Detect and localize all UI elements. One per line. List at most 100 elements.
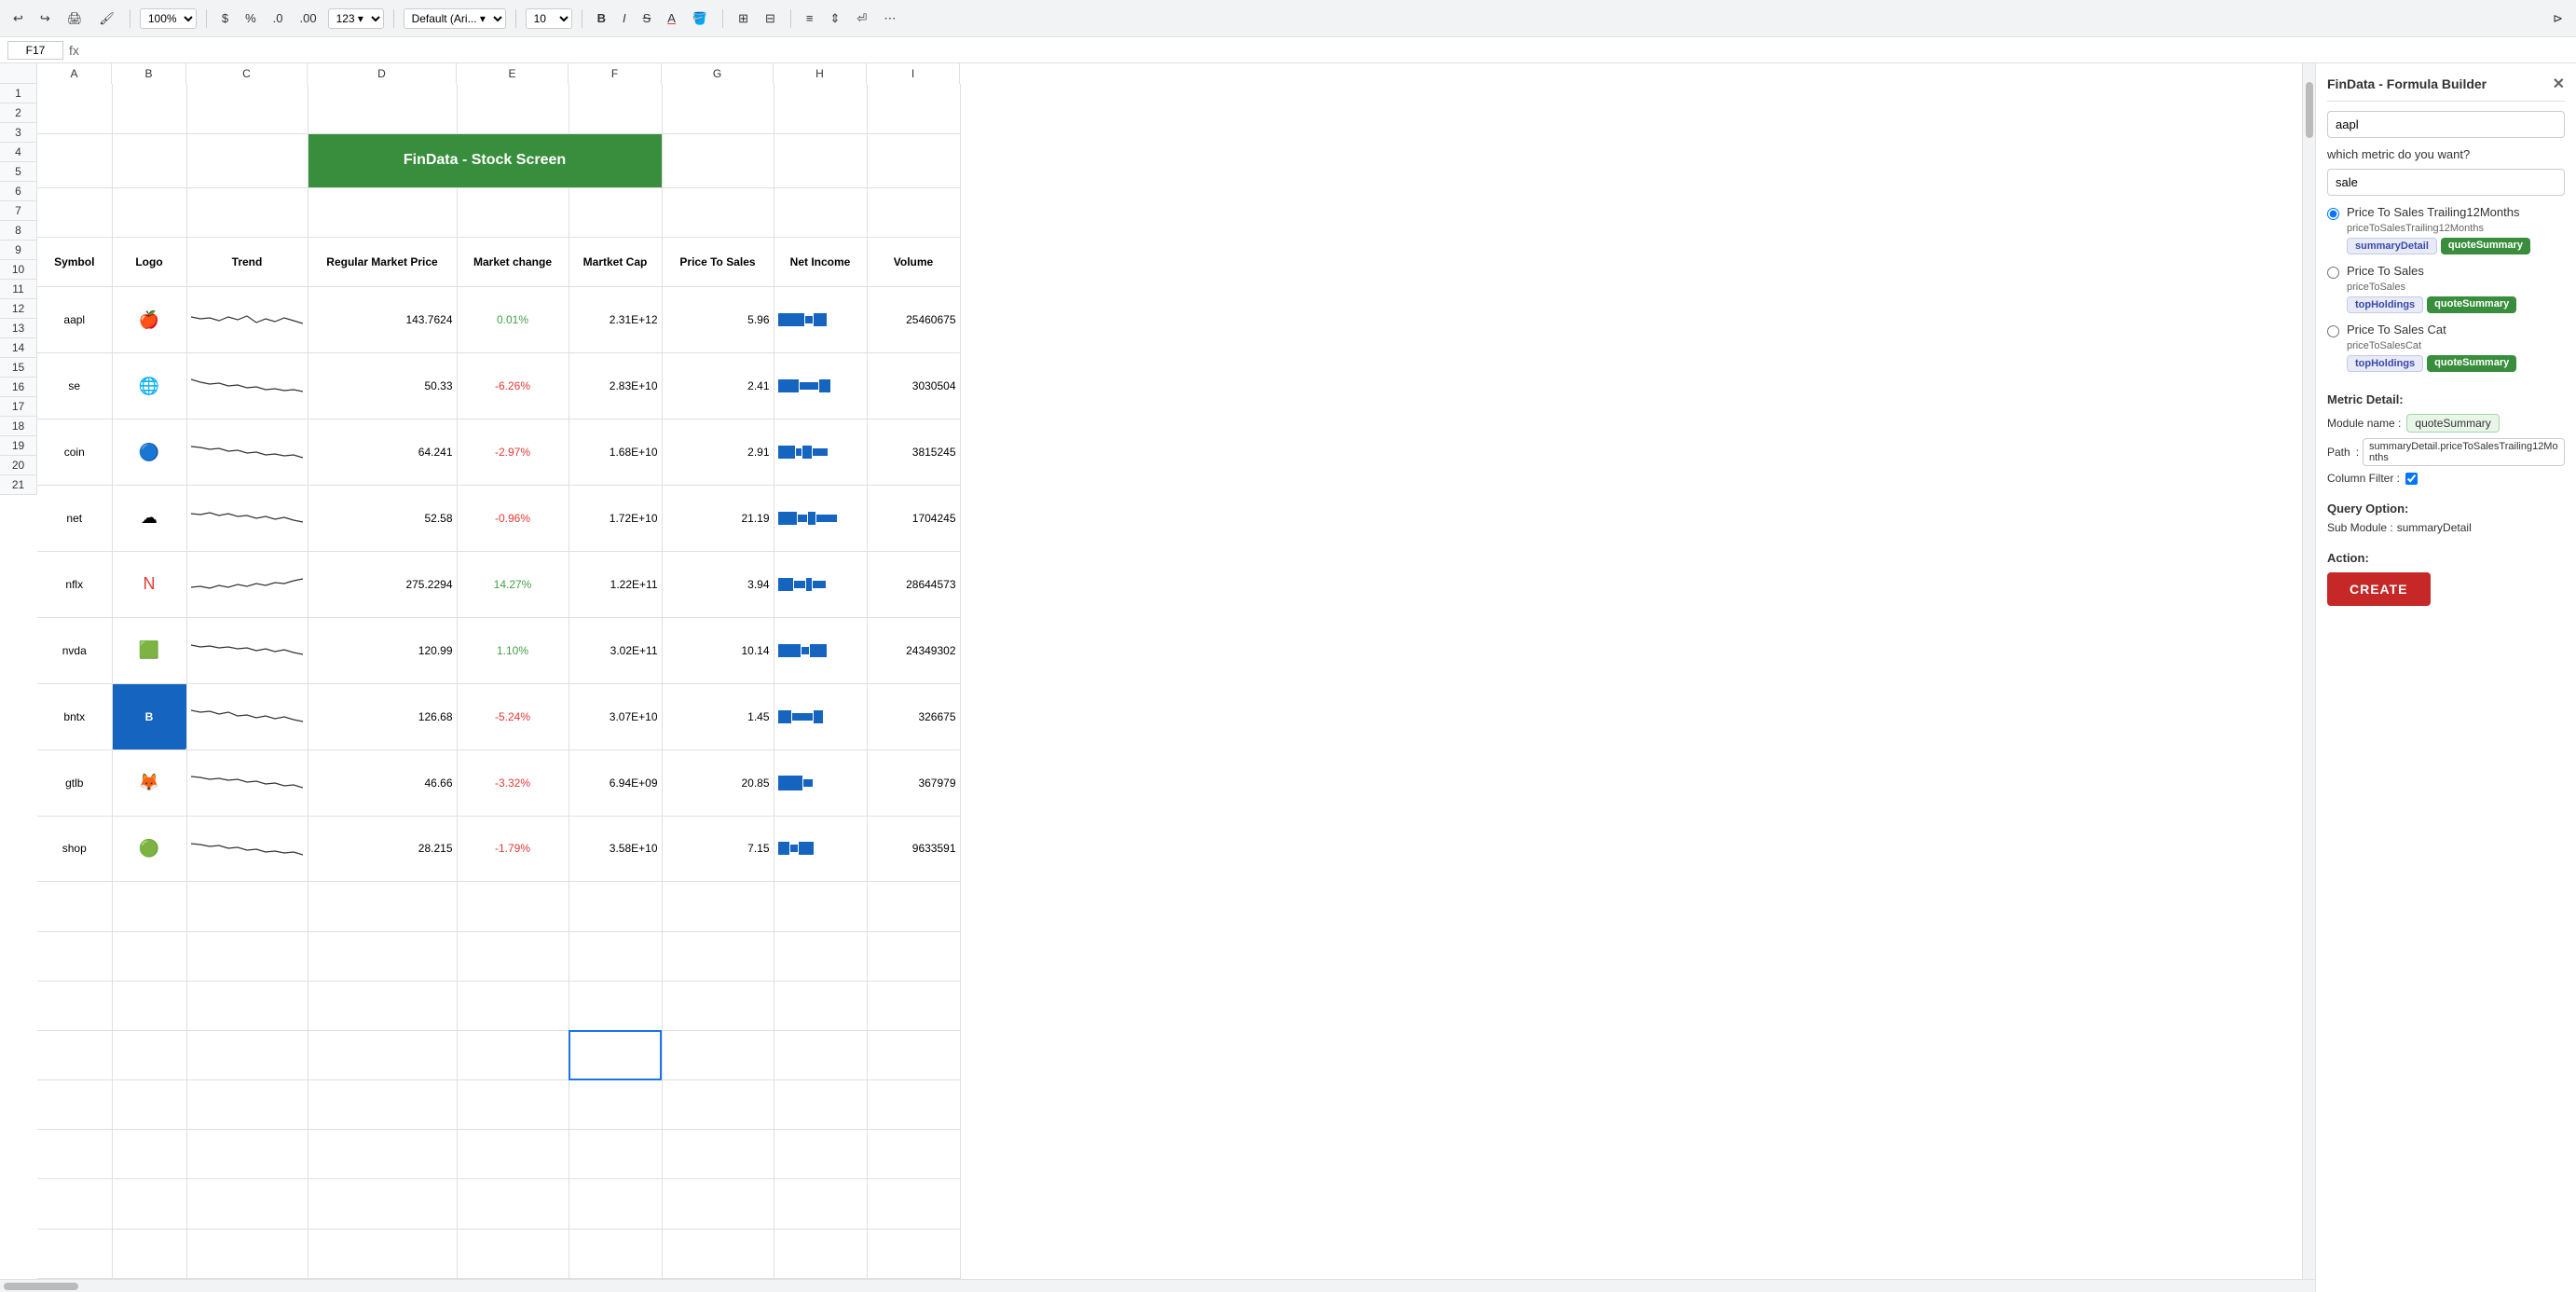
col-pts-header[interactable]: Price To Sales bbox=[662, 238, 774, 287]
spreadsheet-title[interactable]: FinData - Stock Screen bbox=[308, 133, 662, 187]
cell-volume-8[interactable]: 1704245 bbox=[867, 485, 960, 551]
cell-volume-9[interactable]: 28644573 bbox=[867, 551, 960, 617]
col-header-a[interactable]: A bbox=[37, 63, 112, 84]
cell-change-9[interactable]: 14.27% bbox=[457, 551, 569, 617]
col-volume-header[interactable]: Volume bbox=[867, 238, 960, 287]
cell-price-12[interactable]: 46.66 bbox=[308, 749, 457, 816]
cell-mktcap-12[interactable]: 6.94E+09 bbox=[569, 749, 662, 816]
cell-f1[interactable] bbox=[569, 84, 662, 133]
cell-symbol-7[interactable]: coin bbox=[37, 419, 112, 486]
ticker-input[interactable] bbox=[2327, 111, 2565, 138]
cell-a3[interactable] bbox=[37, 187, 112, 237]
cell-d1[interactable] bbox=[308, 84, 457, 133]
cell-d17[interactable] bbox=[308, 1030, 457, 1079]
borders-button[interactable]: ⊞ bbox=[733, 7, 754, 30]
cell-h17[interactable] bbox=[774, 1030, 867, 1079]
metric-option-pts[interactable]: Price To Sales priceToSales topHoldings … bbox=[2327, 264, 2565, 313]
cell-symbol-9[interactable]: nflx bbox=[37, 551, 112, 617]
cell-pts-10[interactable]: 10.14 bbox=[662, 617, 774, 683]
cell-symbol-12[interactable]: gtlb bbox=[37, 749, 112, 816]
cell-h2[interactable] bbox=[774, 133, 867, 187]
metric-option-pts-trailing[interactable]: Price To Sales Trailing12Months priceToS… bbox=[2327, 205, 2565, 254]
cell-i2[interactable] bbox=[867, 133, 960, 187]
cell-symbol-10[interactable]: nvda bbox=[37, 617, 112, 683]
redo-button[interactable]: ↪ bbox=[34, 7, 56, 30]
cell-h3[interactable] bbox=[774, 187, 867, 237]
cell-i17[interactable] bbox=[867, 1030, 960, 1079]
horizontal-scrollbar[interactable] bbox=[0, 1279, 2315, 1292]
cell-b3[interactable] bbox=[112, 187, 186, 237]
col-price-header[interactable]: Regular Market Price bbox=[308, 238, 457, 287]
formula-input[interactable] bbox=[85, 41, 2569, 59]
zoom-select[interactable]: 100% bbox=[140, 8, 197, 29]
col-header-f[interactable]: F bbox=[569, 63, 662, 84]
cell-d3[interactable] bbox=[308, 187, 457, 237]
cell-change-12[interactable]: -3.32% bbox=[457, 749, 569, 816]
cell-mktcap-9[interactable]: 1.22E+11 bbox=[569, 551, 662, 617]
cell-pts-11[interactable]: 1.45 bbox=[662, 683, 774, 749]
italic-button[interactable]: I bbox=[617, 7, 632, 29]
paint-format-button[interactable]: 🖌 bbox=[93, 7, 120, 30]
cell-pts-7[interactable]: 2.91 bbox=[662, 419, 774, 486]
cell-e17[interactable] bbox=[457, 1030, 569, 1079]
cell-price-8[interactable]: 52.58 bbox=[308, 485, 457, 551]
cell-i1[interactable] bbox=[867, 84, 960, 133]
decimal-dec-button[interactable]: .0 bbox=[267, 7, 289, 29]
currency-button[interactable]: $ bbox=[216, 7, 234, 29]
cell-change-10[interactable]: 1.10% bbox=[457, 617, 569, 683]
cell-change-6[interactable]: -6.26% bbox=[457, 353, 569, 419]
tag-quotesummary-1[interactable]: quoteSummary bbox=[2441, 238, 2530, 254]
cell-price-9[interactable]: 275.2294 bbox=[308, 551, 457, 617]
cell-volume-5[interactable]: 25460675 bbox=[867, 287, 960, 353]
cell-f17[interactable] bbox=[569, 1030, 662, 1079]
cell-pts-8[interactable]: 21.19 bbox=[662, 485, 774, 551]
cell-price-11[interactable]: 126.68 bbox=[308, 683, 457, 749]
tag-quotesummary-3[interactable]: quoteSummary bbox=[2427, 355, 2516, 372]
font-size-select[interactable]: 10 bbox=[526, 8, 572, 29]
merge-button[interactable]: ⊟ bbox=[760, 7, 781, 30]
align-h-button[interactable]: ≡ bbox=[801, 7, 819, 29]
vertical-scrollbar[interactable] bbox=[2302, 63, 2315, 1279]
cell-c1[interactable] bbox=[186, 84, 308, 133]
col-header-i[interactable]: I bbox=[867, 63, 960, 84]
cell-change-13[interactable]: -1.79% bbox=[457, 816, 569, 882]
metric-search-input[interactable] bbox=[2327, 169, 2565, 196]
cell-price-13[interactable]: 28.215 bbox=[308, 816, 457, 882]
col-header-e[interactable]: E bbox=[457, 63, 569, 84]
cell-volume-6[interactable]: 3030504 bbox=[867, 353, 960, 419]
tag-topholdings-2[interactable]: topHoldings bbox=[2347, 296, 2423, 313]
print-button[interactable]: 🖨 bbox=[62, 7, 89, 30]
col-symbol-header[interactable]: Symbol bbox=[37, 238, 112, 287]
cell-volume-10[interactable]: 24349302 bbox=[867, 617, 960, 683]
cell-c2[interactable] bbox=[186, 133, 308, 187]
cell-e1[interactable] bbox=[457, 84, 569, 133]
cell-symbol-6[interactable]: se bbox=[37, 353, 112, 419]
col-mktcap-header[interactable]: Martket Cap bbox=[569, 238, 662, 287]
cell-price-5[interactable]: 143.7624 bbox=[308, 287, 457, 353]
align-v-button[interactable]: ⇕ bbox=[825, 7, 846, 30]
cell-change-8[interactable]: -0.96% bbox=[457, 485, 569, 551]
cell-change-11[interactable]: -5.24% bbox=[457, 683, 569, 749]
font-family-select[interactable]: Default (Ari... ▾ bbox=[404, 8, 506, 29]
grid-scroll[interactable]: 1 2 3 4 5 6 7 8 9 10 11 12 13 bbox=[0, 84, 2302, 1279]
col-logo-header[interactable]: Logo bbox=[112, 238, 186, 287]
metric-radio-pts-trailing[interactable] bbox=[2327, 208, 2339, 220]
col-header-d[interactable]: D bbox=[308, 63, 457, 84]
cell-b1[interactable] bbox=[112, 84, 186, 133]
vscroll-thumb[interactable] bbox=[2306, 82, 2313, 138]
col-trend-header[interactable]: Trend bbox=[186, 238, 308, 287]
cell-c17[interactable] bbox=[186, 1030, 308, 1079]
tag-quotesummary-2[interactable]: quoteSummary bbox=[2427, 296, 2516, 313]
cell-mktcap-7[interactable]: 1.68E+10 bbox=[569, 419, 662, 486]
decimal-inc-button[interactable]: .00 bbox=[294, 7, 322, 29]
format-select[interactable]: 123 ▾ bbox=[328, 8, 384, 29]
fill-color-button[interactable]: 🪣 bbox=[687, 7, 713, 30]
cell-g2[interactable] bbox=[662, 133, 774, 187]
tag-summarydetail-1[interactable]: summaryDetail bbox=[2347, 238, 2437, 254]
cell-a1[interactable] bbox=[37, 84, 112, 133]
create-button[interactable]: CREATE bbox=[2327, 572, 2431, 606]
text-color-button[interactable]: A bbox=[662, 7, 681, 29]
cell-volume-7[interactable]: 3815245 bbox=[867, 419, 960, 486]
col-change-header[interactable]: Market change bbox=[457, 238, 569, 287]
cell-a2[interactable] bbox=[37, 133, 112, 187]
